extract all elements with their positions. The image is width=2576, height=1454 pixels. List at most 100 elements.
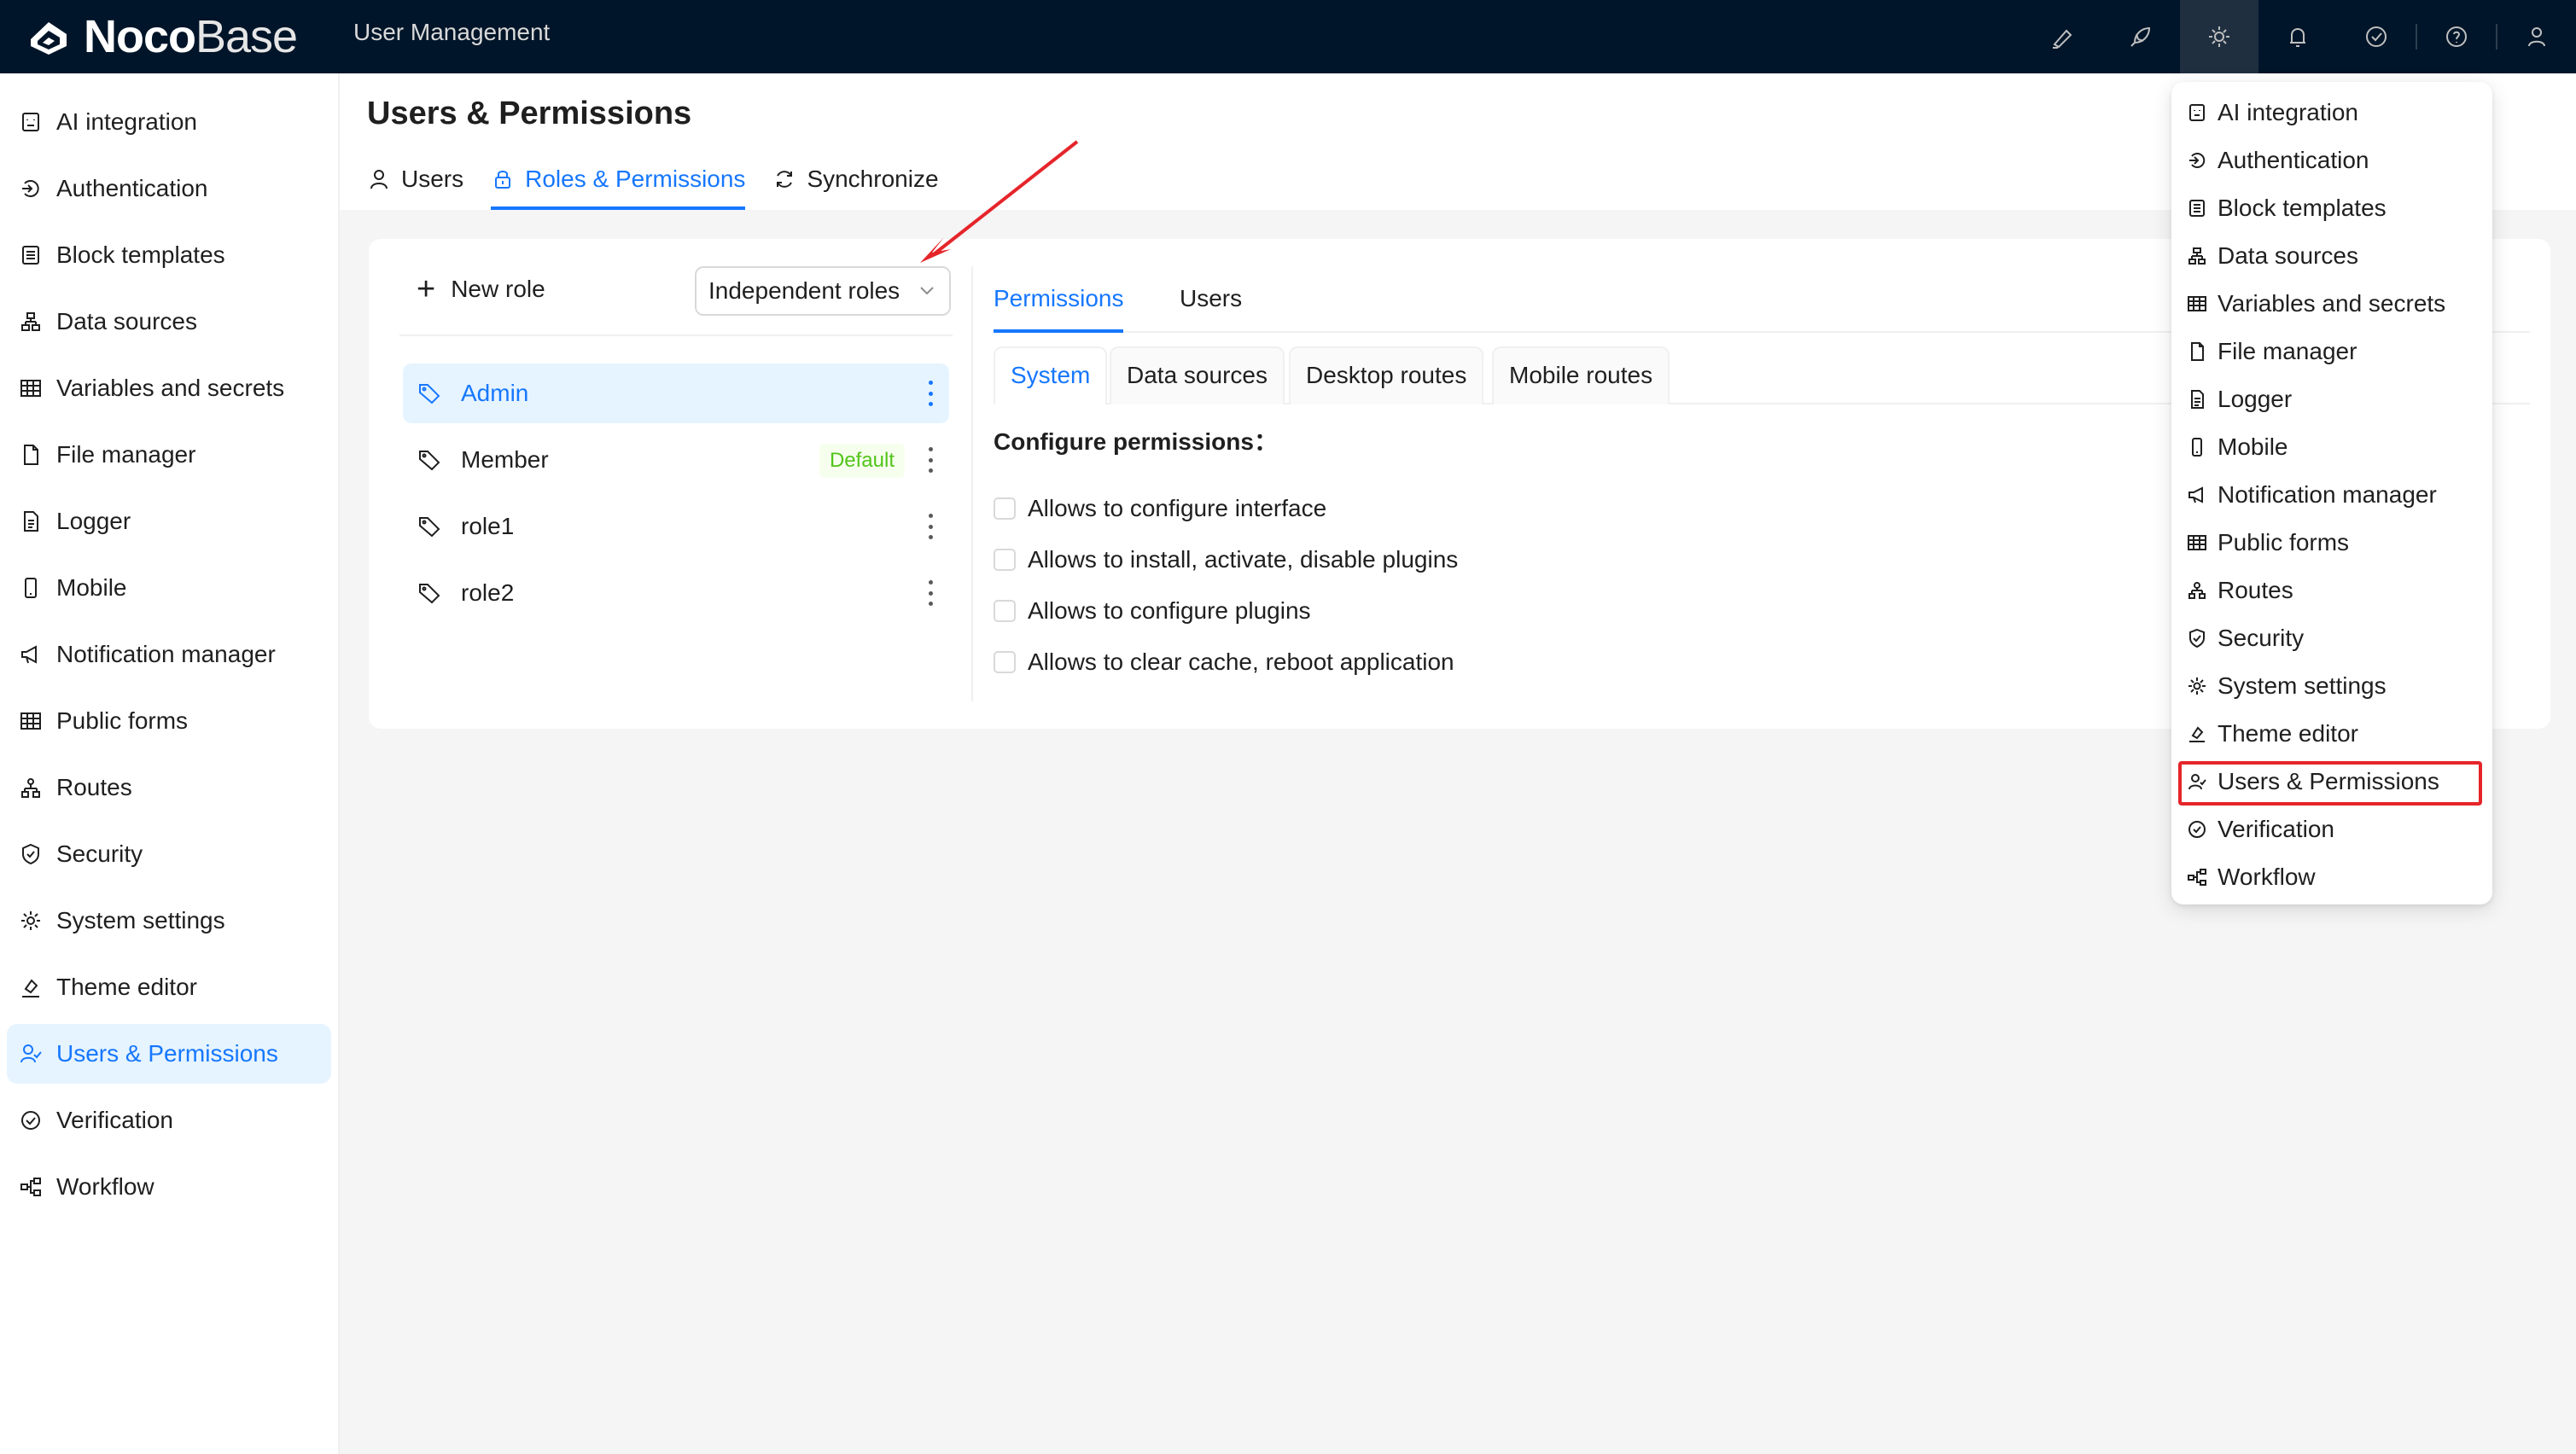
menu-item-label: Data sources	[2218, 242, 2358, 269]
workflow-icon	[20, 1178, 41, 1196]
subtab-desktop-routes[interactable]: Desktop routes	[1289, 346, 1484, 404]
sidebar-item-label: Mobile	[56, 574, 127, 601]
sync-icon	[777, 171, 793, 188]
subtab-system[interactable]: System	[994, 346, 1108, 404]
sidebar-item-users-and-permissions[interactable]: Users & Permissions	[7, 1024, 331, 1084]
tab-roles-and-permissions[interactable]: Roles & Permissions	[491, 162, 746, 210]
menu-item-file-manager[interactable]: File manager	[2178, 328, 2486, 375]
chevron-down-icon	[920, 287, 934, 295]
sidebar-item-security[interactable]: Security	[7, 824, 331, 884]
tab-role-users[interactable]: Users	[1180, 273, 1242, 333]
menu-item-system-settings[interactable]: System settings	[2178, 662, 2486, 710]
checkbox-clear-cache[interactable]: Allows to clear cache, reboot applicatio…	[994, 648, 1454, 676]
menu-item-label: Logger	[2218, 386, 2293, 412]
checkbox-label: Allows to install, activate, disable plu…	[1028, 546, 1459, 573]
gear-icon	[21, 911, 40, 930]
sidebar-item-public-forms[interactable]: Public forms	[7, 691, 331, 751]
table-icon	[2188, 535, 2206, 550]
menu-item-authentication[interactable]: Authentication	[2178, 137, 2486, 184]
menu-item-label: Public forms	[2218, 529, 2350, 555]
more-icon[interactable]	[929, 447, 934, 473]
sidebar-item-label: Logger	[56, 508, 131, 534]
role-item-role2[interactable]: role2	[403, 563, 949, 623]
role-item-admin[interactable]: Admin	[403, 364, 949, 423]
sidebar-item-block-templates[interactable]: Block templates	[7, 225, 331, 285]
more-icon[interactable]	[929, 381, 934, 406]
sidebar-item-verification[interactable]: Verification	[7, 1090, 331, 1150]
tab-label: Roles & Permissions	[525, 166, 746, 192]
sidebar-item-theme-editor[interactable]: Theme editor	[7, 957, 331, 1017]
sidebar-item-label: Notification manager	[56, 641, 276, 667]
sidebar-item-variables-and-secrets[interactable]: Variables and secrets	[7, 358, 331, 418]
new-role-label: New role	[451, 276, 545, 302]
tab-label: Users	[401, 166, 464, 192]
more-icon[interactable]	[929, 580, 934, 606]
tab-users[interactable]: Users	[367, 162, 463, 210]
checkbox-install-plugins[interactable]: Allows to install, activate, disable plu…	[994, 546, 1458, 573]
menu-item-verification[interactable]: Verification	[2178, 806, 2486, 853]
subtab-data-sources[interactable]: Data sources	[1110, 346, 1285, 404]
sidebar-item-label: Variables and secrets	[56, 375, 285, 401]
sidebar-item-notification-manager[interactable]: Notification manager	[7, 625, 331, 684]
checkbox[interactable]	[994, 549, 1016, 571]
check-circle-icon	[21, 1111, 40, 1130]
default-badge: Default	[819, 444, 905, 478]
role-mode-select[interactable]: Independent roles	[695, 266, 951, 316]
nocobase-logo-icon	[31, 22, 67, 55]
menu-item-label: System settings	[2218, 672, 2387, 699]
sidebar-item-data-sources[interactable]: Data sources	[7, 292, 331, 352]
sidebar-item-system-settings[interactable]: System settings	[7, 891, 331, 951]
menu-item-routes[interactable]: Routes	[2178, 567, 2486, 614]
gear-icon	[2209, 26, 2229, 47]
checkbox-configure-plugins[interactable]: Allows to configure plugins	[994, 597, 1311, 625]
plugin-rocket-button[interactable]	[2101, 0, 2180, 73]
sidebar-item-logger[interactable]: Logger	[7, 491, 331, 551]
menu-item-data-sources[interactable]: Data sources	[2178, 232, 2486, 280]
plus-icon: +	[417, 271, 436, 307]
help-button[interactable]	[2417, 0, 2496, 73]
sidebar-item-mobile[interactable]: Mobile	[7, 558, 331, 618]
notifications-button[interactable]	[2258, 0, 2337, 73]
more-icon[interactable]	[929, 514, 934, 539]
divider	[399, 334, 953, 336]
menu-item-theme-editor[interactable]: Theme editor	[2178, 710, 2486, 758]
menu-item-logger[interactable]: Logger	[2178, 375, 2486, 423]
bg-colors-icon	[22, 979, 39, 997]
sidebar-item-label: Security	[56, 840, 143, 867]
sidebar-item-authentication[interactable]: Authentication	[7, 159, 331, 218]
app-title: User Management	[353, 19, 551, 45]
checkbox-configure-interface[interactable]: Allows to configure interface	[994, 495, 1326, 522]
new-role-button[interactable]: + New role	[417, 273, 545, 305]
sidebar-item-workflow[interactable]: Workflow	[7, 1157, 331, 1217]
menu-item-variables-and-secrets[interactable]: Variables and secrets	[2178, 280, 2486, 328]
menu-item-workflow[interactable]: Workflow	[2178, 853, 2486, 901]
sidebar-item-label: System settings	[56, 907, 225, 933]
user-menu-button[interactable]	[2497, 0, 2576, 73]
subtab-mobile-routes[interactable]: Mobile routes	[1492, 346, 1670, 404]
menu-item-ai-integration[interactable]: AI integration	[2178, 89, 2486, 137]
page-tabs: Users Roles & Permissions Synchronize	[367, 162, 939, 210]
sidebar-item-ai-integration[interactable]: AI integration	[7, 92, 331, 152]
checkbox[interactable]	[994, 651, 1016, 673]
checkbox[interactable]	[994, 600, 1016, 622]
sidebar-item-label: Theme editor	[56, 974, 197, 1000]
menu-item-label: Variables and secrets	[2218, 290, 2446, 317]
menu-item-notification-manager[interactable]: Notification manager	[2178, 471, 2486, 519]
menu-item-mobile[interactable]: Mobile	[2178, 423, 2486, 471]
checkbox[interactable]	[994, 497, 1016, 520]
menu-item-security[interactable]: Security	[2178, 614, 2486, 662]
sidebar-item-routes[interactable]: Routes	[7, 758, 331, 817]
sidebar-item-file-manager[interactable]: File manager	[7, 425, 331, 485]
logo[interactable]: NocoBase	[24, 10, 298, 63]
tasks-button[interactable]	[2337, 0, 2416, 73]
role-item-role1[interactable]: role1	[403, 497, 949, 556]
theme-highlighter-button[interactable]	[2023, 0, 2101, 73]
role-mode-value: Independent roles	[708, 277, 900, 304]
menu-item-public-forms[interactable]: Public forms	[2178, 519, 2486, 567]
tab-permissions[interactable]: Permissions	[994, 273, 1124, 333]
mobile-icon	[25, 578, 37, 598]
menu-item-block-templates[interactable]: Block templates	[2178, 184, 2486, 232]
notification-icon	[21, 645, 37, 664]
role-item-member[interactable]: Member Default	[403, 430, 949, 490]
settings-button[interactable]	[2180, 0, 2258, 73]
